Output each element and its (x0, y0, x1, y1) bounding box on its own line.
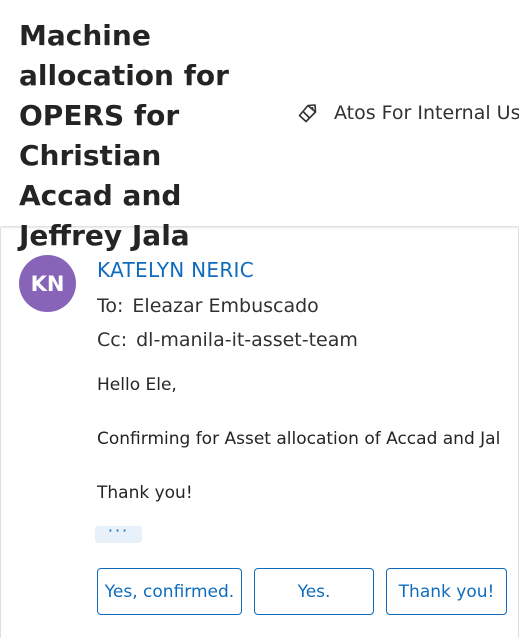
email-subject: Machine allocation for OPERS for Christi… (19, 19, 229, 252)
cc-recipient[interactable]: dl-manila-it-asset-team (136, 329, 358, 351)
to-label: To: (97, 295, 124, 317)
to-recipient[interactable]: Eleazar Embuscado (132, 295, 318, 317)
avatar[interactable]: KN (19, 255, 76, 312)
tag-label-icon (298, 104, 317, 123)
cc-line: Cc: dl-manila-it-asset-team (97, 329, 358, 351)
email-header: Machine allocation for OPERS for Christi… (0, 0, 519, 252)
body-text: Confirming for Asset allocation of Accad… (97, 429, 501, 449)
message-card: KN KATELYN NERIC To: Eleazar Embuscado Cc… (0, 228, 519, 638)
quick-reply-thank-you[interactable]: Thank you! (386, 568, 507, 615)
sensitivity-label[interactable]: Atos For Internal Use (297, 102, 519, 124)
cc-label: Cc: (97, 329, 128, 351)
sender-name[interactable]: KATELYN NERIC (97, 258, 254, 282)
to-line: To: Eleazar Embuscado (97, 295, 319, 317)
quick-reply-yes[interactable]: Yes. (254, 568, 374, 615)
avatar-initials: KN (30, 271, 65, 296)
show-more-button[interactable]: ··· (95, 523, 142, 543)
sensitivity-label-text: Atos For Internal Use (334, 102, 519, 124)
body-closing: Thank you! (97, 483, 193, 503)
body-greeting: Hello Ele, (97, 375, 177, 395)
left-divider (0, 228, 1, 638)
quick-reply-yes-confirmed[interactable]: Yes, confirmed. (97, 568, 242, 615)
